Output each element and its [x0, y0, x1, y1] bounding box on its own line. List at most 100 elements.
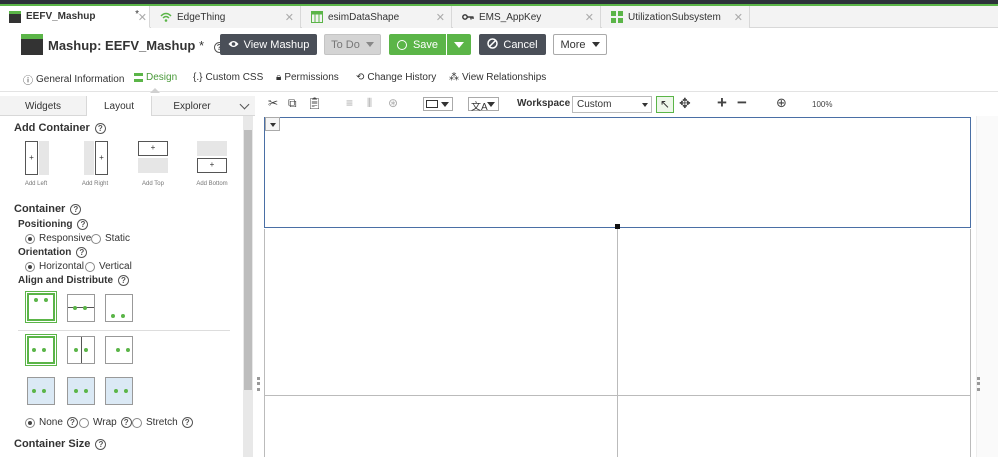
tab-edgething[interactable]: EdgeThing ✕ [151, 6, 301, 28]
fit-to-screen-icon[interactable]: ⊕ [776, 95, 787, 111]
close-icon[interactable]: ✕ [138, 11, 147, 24]
responsive-radio[interactable]: Responsive [25, 233, 91, 244]
subnav-custom-css[interactable]: {.} Custom CSS [193, 72, 263, 83]
align-middle-button[interactable] [67, 294, 95, 322]
tab-widgets[interactable]: Widgets [0, 96, 86, 116]
tab-explorer-label: Explorer [173, 100, 211, 112]
distribute-center-button[interactable] [67, 377, 95, 405]
cancel-button[interactable]: Cancel [479, 34, 546, 55]
align-bottom-button[interactable] [105, 294, 133, 322]
help-icon[interactable]: ? [120, 417, 132, 428]
row-splitter[interactable] [264, 395, 971, 396]
modified-indicator: * [198, 38, 205, 53]
add-bottom-button[interactable]: + Add Bottom [192, 141, 232, 187]
vertical-radio[interactable]: Vertical [85, 261, 132, 272]
add-top-label: Add Top [142, 181, 164, 187]
close-icon[interactable]: ✕ [285, 11, 294, 24]
horizontal-radio[interactable]: Horizontal [25, 261, 84, 272]
todo-button[interactable]: To Do [324, 34, 381, 55]
add-top-button[interactable]: + Add Top [133, 141, 173, 187]
more-button[interactable]: More [553, 34, 607, 55]
distribute-start-button[interactable] [27, 377, 55, 405]
help-icon[interactable]: ? [94, 122, 106, 134]
tab-label: esimDataShape [328, 11, 400, 23]
align-dots-icon [114, 389, 128, 393]
align-dots-icon [34, 298, 48, 302]
resize-handle[interactable] [615, 224, 620, 229]
zoom-out-icon[interactable]: − [737, 93, 747, 113]
align-vertical-icon[interactable]: ≡ [346, 96, 353, 110]
align-center-button[interactable] [67, 336, 95, 364]
right-panel-grip[interactable] [977, 377, 980, 391]
save-label: Save [412, 38, 439, 51]
page-title: Mashup: EEFV_Mashup * ? [48, 38, 225, 53]
help-icon[interactable]: ? [66, 417, 78, 428]
panel-scrollbar-thumb[interactable] [244, 130, 252, 390]
subnav-design[interactable]: Design [134, 72, 177, 83]
subnav-view-relationships[interactable]: ⁂ View Relationships [449, 72, 546, 83]
help-icon[interactable]: ? [118, 275, 129, 286]
top-container[interactable] [264, 117, 971, 228]
workspace-select[interactable]: Custom [572, 96, 652, 113]
subnav-general-information[interactable]: ⓘ General Information [23, 72, 124, 87]
tab-label: EdgeThing [177, 11, 226, 23]
save-button[interactable]: Save [389, 34, 446, 55]
save-options-button[interactable] [447, 34, 471, 55]
right-collapsed-panel[interactable] [976, 116, 998, 457]
tab-explorer[interactable]: Explorer [152, 96, 232, 116]
align-horizontal-icon[interactable]: ⫴ [367, 96, 372, 111]
cut-icon[interactable]: ✂ [268, 96, 278, 110]
copy-icon[interactable]: ⧉ [288, 96, 297, 111]
select-tool-button[interactable]: ↖ [656, 96, 674, 113]
zoom-in-icon[interactable]: + [717, 93, 727, 113]
tab-utilizationsubsystem[interactable]: UtilizationSubsystem ✕ [602, 6, 750, 28]
align-top-button[interactable] [25, 291, 57, 323]
close-icon[interactable]: ✕ [585, 11, 594, 24]
view-mashup-button[interactable]: View Mashup [220, 34, 317, 55]
radio-icon [132, 417, 142, 428]
stretch-radio[interactable]: Stretch ? [132, 417, 193, 428]
collapse-panel-button[interactable] [234, 96, 254, 116]
align-dots-icon [74, 389, 88, 393]
add-bottom-icon: + [197, 141, 227, 175]
subnav-label: View Relationships [462, 72, 547, 83]
close-icon[interactable]: ✕ [734, 11, 743, 24]
column-splitter[interactable] [617, 229, 618, 457]
radio-icon [91, 233, 101, 244]
none-radio[interactable]: None ? [25, 417, 78, 428]
tab-eefv-mashup[interactable]: EEFV_Mashup * ✕ [0, 6, 150, 28]
panel-resize-grip[interactable] [257, 377, 260, 391]
active-tab-caret [150, 88, 160, 93]
help-icon[interactable]: ? [76, 247, 88, 258]
container-menu-button[interactable] [265, 117, 280, 131]
static-radio[interactable]: Static [91, 233, 130, 244]
align-left-button[interactable] [25, 334, 57, 366]
paste-icon[interactable]: 📋︎ [307, 96, 322, 110]
align-right-button[interactable] [105, 336, 133, 364]
move-icon[interactable]: ✥ [679, 95, 691, 112]
help-icon[interactable]: ? [95, 438, 107, 450]
help-icon[interactable]: ? [70, 203, 82, 215]
help-icon[interactable]: ? [77, 219, 89, 230]
wrap-radio[interactable]: Wrap ? [79, 417, 132, 428]
tab-ems-appkey[interactable]: EMS_AppKey ✕ [453, 6, 601, 28]
add-left-icon: + [21, 141, 51, 175]
add-left-label: Add Left [24, 181, 48, 187]
add-left-button[interactable]: + Add Left [16, 141, 56, 187]
target-icon[interactable]: ⊛ [388, 96, 398, 110]
layout-menu-button[interactable] [423, 97, 453, 111]
tab-layout[interactable]: Layout [86, 96, 152, 116]
align-dots-icon [111, 314, 125, 318]
subnav-permissions[interactable]: 🔒︎ Permissions [276, 72, 339, 83]
stretch-label: Stretch [146, 417, 178, 428]
panel-tabs: Widgets Layout Explorer [0, 96, 255, 116]
close-icon[interactable]: ✕ [436, 11, 445, 24]
distribute-end-button[interactable] [105, 377, 133, 405]
subnav-change-history[interactable]: ⟲ Change History [356, 72, 436, 83]
help-icon[interactable]: ? [181, 417, 193, 428]
add-right-button[interactable]: + Add Right [75, 141, 115, 187]
tab-label: EEFV_Mashup [26, 11, 96, 22]
tab-esimdatashape[interactable]: esimDataShape ✕ [302, 6, 452, 28]
language-menu-button[interactable]: 文A [468, 97, 499, 113]
add-container-heading: Add Container ? [14, 122, 106, 134]
